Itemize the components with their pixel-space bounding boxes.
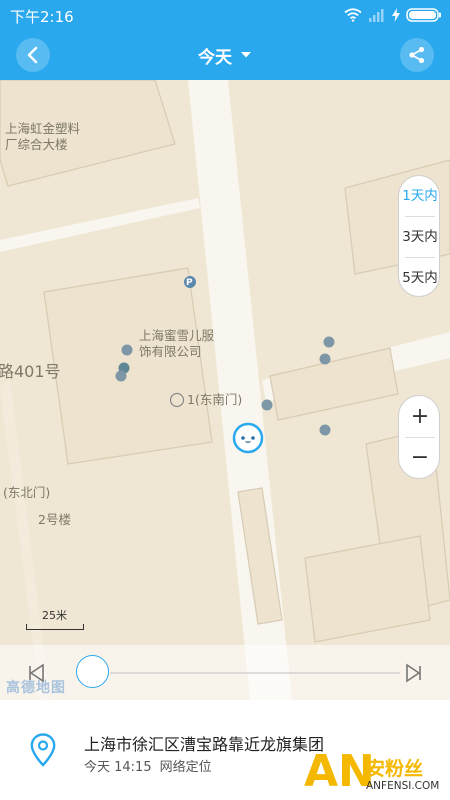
playback-bar: 高德地图 bbox=[0, 645, 450, 700]
watermark-logo: AN bbox=[304, 746, 375, 797]
map-label-gate-south: 1(东南门) bbox=[187, 392, 243, 407]
chevron-left-icon bbox=[27, 46, 38, 64]
status-time: 下午2:16 bbox=[10, 8, 74, 26]
battery-icon bbox=[406, 8, 441, 22]
wifi-icon bbox=[344, 8, 362, 22]
page-title[interactable]: 今天 bbox=[198, 43, 232, 68]
day-filter: 1天内 3天内 5天内 bbox=[398, 175, 440, 297]
step-back-icon[interactable] bbox=[26, 662, 48, 684]
map-label-company: 上海蜜雪儿服 bbox=[139, 328, 215, 343]
signal-icon bbox=[369, 9, 384, 22]
map-label-company-line2: 饰有限公司 bbox=[139, 344, 202, 359]
track-point bbox=[261, 399, 273, 411]
day-filter-option-3[interactable]: 3天内 bbox=[399, 217, 441, 257]
status-icons bbox=[344, 7, 442, 23]
map-scale-label: 25米 bbox=[42, 609, 67, 622]
watermark: AN 安粉丝 ANFENSI.COM bbox=[304, 746, 450, 800]
map-label-building1: 上海虹金塑料 bbox=[5, 121, 81, 136]
track-point bbox=[319, 353, 331, 365]
zoom-control: + − bbox=[398, 395, 440, 479]
map-label-building2: 2号楼 bbox=[38, 512, 71, 527]
playback-track[interactable] bbox=[110, 672, 400, 674]
watermark-url: ANFENSI.COM bbox=[366, 780, 440, 792]
share-button[interactable] bbox=[400, 38, 434, 72]
location-method: 网络定位 bbox=[159, 760, 212, 775]
track-point bbox=[323, 336, 335, 348]
step-forward-icon[interactable] bbox=[402, 662, 424, 684]
location-time: 今天 14:15 bbox=[84, 760, 152, 775]
map-label-parking: P bbox=[186, 278, 193, 288]
zoom-in-button[interactable]: + bbox=[399, 396, 441, 438]
track-point bbox=[115, 370, 127, 382]
map-base bbox=[0, 80, 450, 700]
top-bar: 今天 bbox=[0, 30, 450, 80]
map-label-road: 路401号 bbox=[0, 362, 61, 381]
map-scale-bar bbox=[26, 624, 84, 630]
location-address: 上海市徐汇区漕宝路靠近龙旗集团 bbox=[84, 735, 325, 754]
location-meta: 今天 14:15 网络定位 bbox=[84, 756, 212, 775]
track-point bbox=[121, 344, 133, 356]
map-view[interactable]: 上海虹金塑料 厂综合大楼 上海蜜雪儿服 饰有限公司 路401号 1(东南门) (… bbox=[0, 80, 450, 700]
share-icon bbox=[409, 46, 425, 64]
charging-icon bbox=[392, 8, 400, 22]
map-label-gate-north: (东北门) bbox=[3, 485, 51, 500]
caret-down-icon[interactable] bbox=[240, 51, 252, 59]
track-point bbox=[319, 424, 331, 436]
current-location-marker[interactable] bbox=[232, 422, 264, 454]
status-bar: 下午2:16 bbox=[0, 0, 450, 30]
playback-slider-thumb[interactable] bbox=[76, 655, 109, 688]
app-screen: 下午2:16 今天 上海虹金塑料 厂综合大楼 上海蜜雪儿服 饰有限公司 路401… bbox=[0, 0, 450, 800]
map-label-building1-line2: 厂综合大楼 bbox=[5, 137, 68, 152]
zoom-out-button[interactable]: − bbox=[399, 437, 441, 479]
back-button[interactable] bbox=[16, 38, 50, 72]
watermark-name: 安粉丝 bbox=[366, 758, 424, 780]
location-pin-icon bbox=[30, 733, 56, 767]
day-filter-option-5[interactable]: 5天内 bbox=[399, 258, 441, 298]
day-filter-option-1[interactable]: 1天内 bbox=[399, 176, 441, 216]
